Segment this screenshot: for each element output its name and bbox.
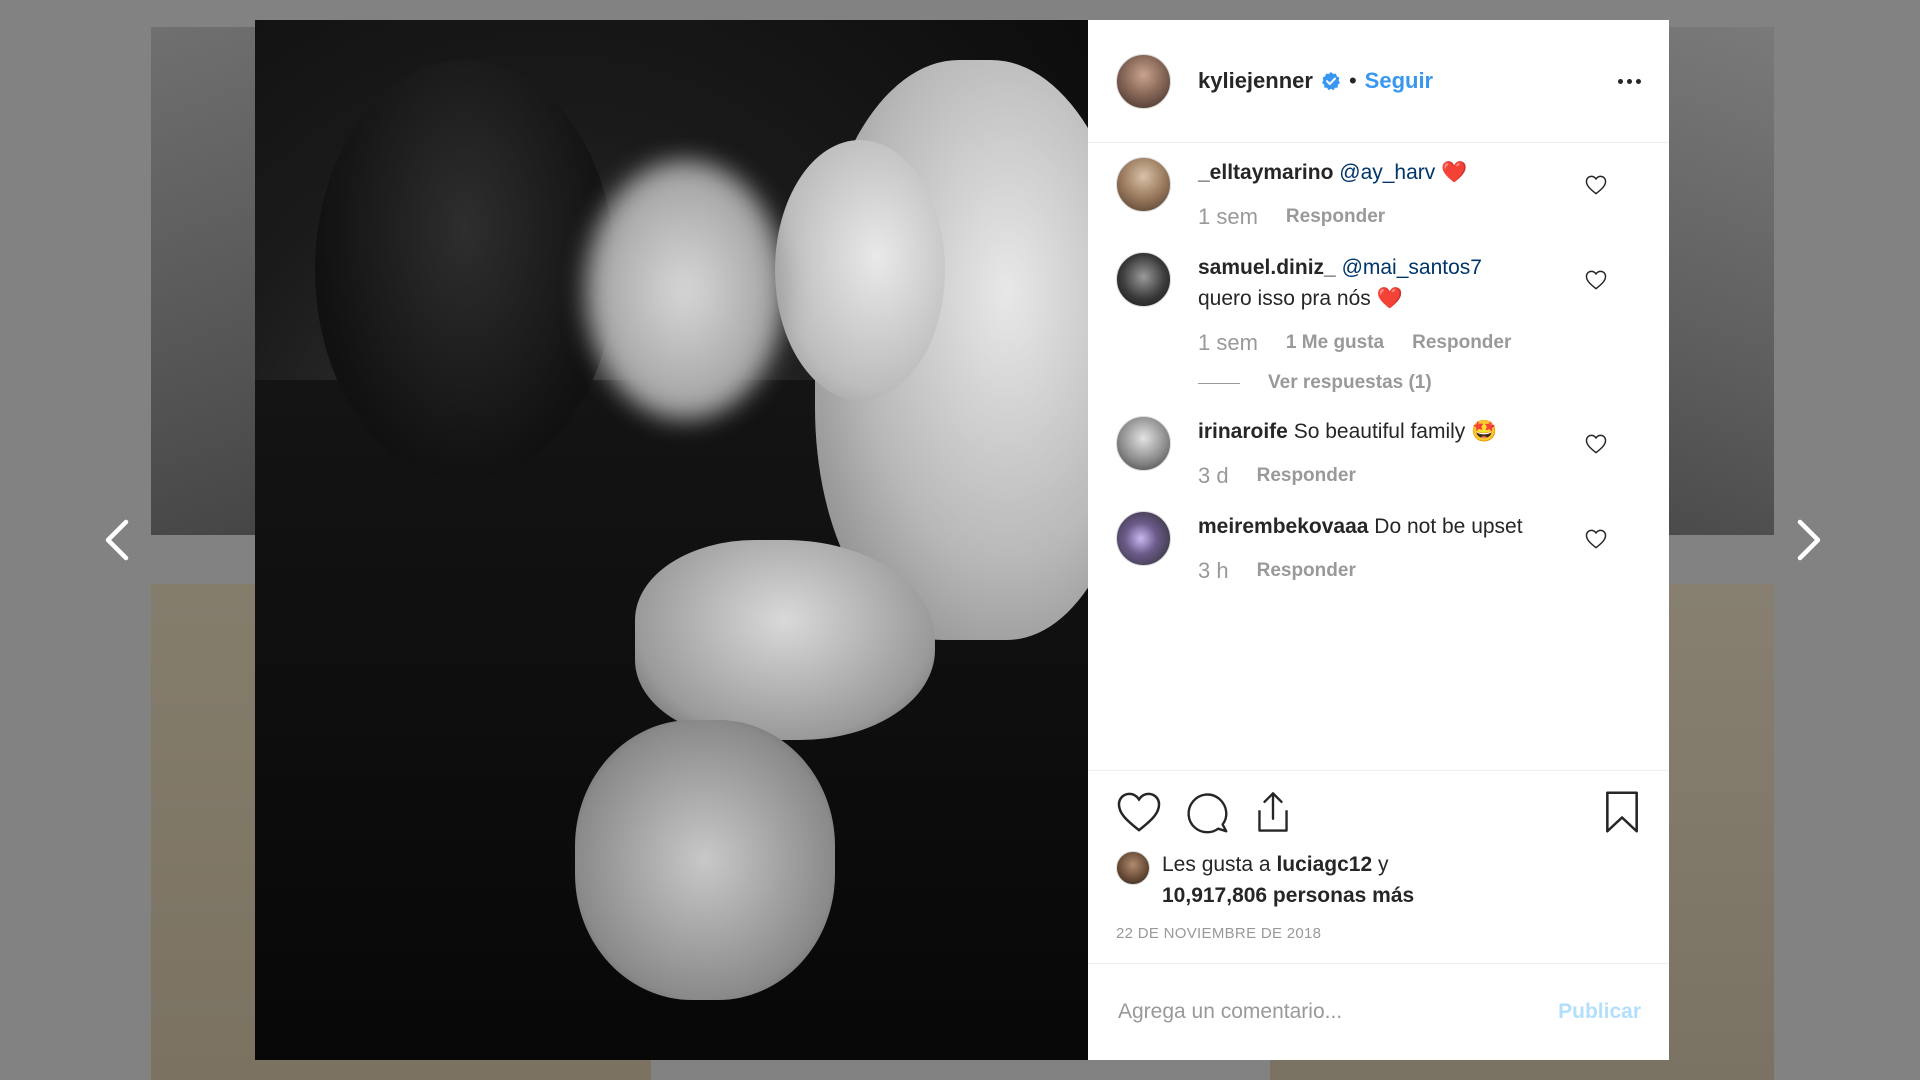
comment-time[interactable]: 3 d [1198, 463, 1229, 489]
save-button[interactable] [1603, 790, 1641, 834]
comment-like-button[interactable] [1585, 175, 1607, 200]
share-button[interactable] [1252, 790, 1294, 834]
comment-emoji: 🤩 [1471, 420, 1498, 443]
follow-button[interactable]: Seguir [1365, 68, 1433, 94]
add-comment-form: Publicar [1088, 963, 1669, 1060]
comment-input[interactable] [1116, 999, 1559, 1025]
liked-by-username[interactable]: luciagc12 [1276, 853, 1372, 876]
reply-button[interactable]: Responder [1286, 206, 1385, 228]
comment-like-button[interactable] [1585, 270, 1607, 295]
comment-item: meirembekovaaa Do not be upset 3 h Respo… [1116, 511, 1641, 584]
comment-likes-count[interactable]: 1 Me gusta [1286, 332, 1384, 354]
chevron-left-icon [105, 519, 129, 561]
commenter-username[interactable]: meirembekovaaa [1198, 515, 1368, 538]
reply-button[interactable]: Responder [1412, 332, 1511, 354]
post-actions-section: Les gusta a luciagc12 y 10,917,806 perso… [1088, 770, 1669, 963]
comment-like-button[interactable] [1585, 529, 1607, 554]
comment-time[interactable]: 1 sem [1198, 330, 1258, 356]
commenter-avatar[interactable] [1116, 252, 1171, 307]
comment-mention[interactable]: @ay_harv [1339, 161, 1435, 184]
chevron-right-icon [1797, 519, 1821, 561]
comment-text: Do not be upset [1374, 515, 1523, 538]
likes-others-count[interactable]: 10,917,806 personas más [1162, 884, 1414, 907]
comment-item: samuel.diniz_ @mai_santos7 quero isso pr… [1116, 252, 1641, 394]
heart-icon [1117, 792, 1161, 832]
reply-button[interactable]: Responder [1257, 465, 1356, 487]
post-modal: kyliejenner • Seguir _elltaymarino @ay_h… [255, 20, 1669, 1060]
separator-dot: • [1348, 68, 1357, 93]
comment-text: So beautiful family [1293, 420, 1466, 443]
verified-badge-icon [1321, 71, 1341, 91]
publish-button[interactable]: Publicar [1558, 1000, 1641, 1024]
comment-like-button[interactable] [1585, 434, 1607, 459]
comment-emoji: ❤️ [1376, 287, 1403, 310]
likes-conjunction: y [1378, 853, 1389, 876]
commenter-username[interactable]: samuel.diniz_ [1198, 256, 1336, 279]
like-button[interactable] [1116, 791, 1162, 833]
comment-mention[interactable]: @mai_santos7 [1342, 256, 1482, 279]
comment-item: irinaroife So beautiful family 🤩 3 d Res… [1116, 416, 1641, 489]
comment-text: quero isso pra nós [1198, 287, 1371, 310]
action-bar [1116, 789, 1641, 835]
replies-divider [1198, 382, 1240, 384]
next-post-button[interactable] [1784, 515, 1834, 565]
view-replies-label: Ver respuestas (1) [1268, 372, 1432, 393]
heart-icon [1585, 270, 1607, 290]
previous-post-button[interactable] [92, 515, 142, 565]
author-username[interactable]: kyliejenner [1198, 68, 1313, 94]
likes-prefix: Les gusta a [1162, 853, 1271, 876]
commenter-username[interactable]: _elltaymarino [1198, 161, 1333, 184]
post-header: kyliejenner • Seguir [1088, 20, 1669, 143]
commenter-username[interactable]: irinaroife [1198, 420, 1288, 443]
share-icon [1258, 792, 1288, 832]
liker-avatar[interactable] [1116, 851, 1150, 885]
comment-time[interactable]: 1 sem [1198, 204, 1258, 230]
comment-emoji: ❤️ [1441, 161, 1468, 184]
commenter-avatar[interactable] [1116, 511, 1171, 566]
reply-button[interactable]: Responder [1257, 560, 1356, 582]
post-image[interactable] [255, 20, 1088, 1060]
post-side-panel: kyliejenner • Seguir _elltaymarino @ay_h… [1088, 20, 1669, 1060]
commenter-avatar[interactable] [1116, 416, 1171, 471]
author-avatar[interactable] [1116, 53, 1171, 109]
comment-item: _elltaymarino @ay_harv ❤️ 1 sem Responde… [1116, 157, 1641, 230]
heart-icon [1585, 175, 1607, 195]
post-date[interactable]: 22 DE NOVIEMBRE DE 2018 [1116, 925, 1641, 942]
heart-icon [1585, 434, 1607, 454]
more-options-icon[interactable] [1618, 71, 1641, 92]
heart-icon [1585, 529, 1607, 549]
comment-button[interactable] [1184, 790, 1230, 834]
commenter-avatar[interactable] [1116, 157, 1171, 212]
comment-time[interactable]: 3 h [1198, 558, 1229, 584]
comments-list: _elltaymarino @ay_harv ❤️ 1 sem Responde… [1088, 143, 1669, 770]
view-replies-button[interactable]: Ver respuestas (1) [1198, 372, 1568, 394]
comment-icon [1187, 793, 1228, 834]
likes-summary: Les gusta a luciagc12 y 10,917,806 perso… [1116, 849, 1641, 911]
bookmark-icon [1606, 791, 1638, 833]
